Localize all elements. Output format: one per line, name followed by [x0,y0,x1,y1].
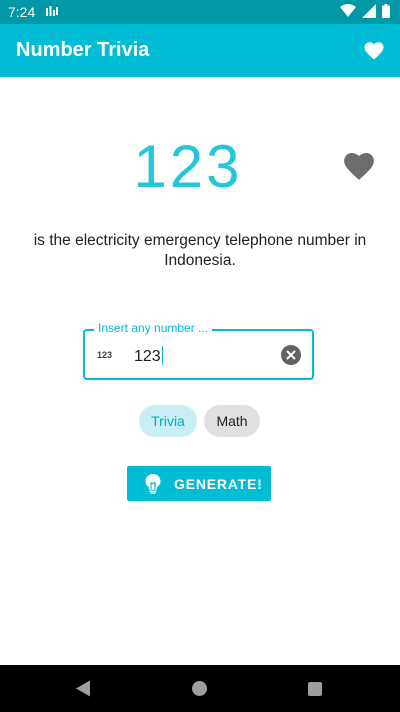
system-navigation-bar [0,665,400,712]
status-time: 7:24 [8,4,36,20]
generate-button-label: GENERATE! [174,476,263,492]
system-icons [340,4,390,18]
number-input-label: Insert any number ... [94,321,213,335]
status-bar: 7:24 [0,0,400,24]
clear-input-button[interactable] [281,345,301,365]
heart-icon [344,152,374,180]
number-input-value: 123 [134,348,161,365]
heart-icon [364,42,384,60]
back-icon[interactable] [75,680,91,697]
wifi-icon [340,4,356,17]
trivia-text: is the electricity emergency telephone n… [33,232,367,269]
lightbulb-icon [145,474,161,494]
generate-button[interactable]: GENERATE! [127,466,271,501]
app-bar: Number Trivia [0,24,400,77]
trivia-number: 123 [133,133,243,200]
recents-icon[interactable] [308,682,322,696]
favorites-button[interactable] [360,36,388,64]
favorite-toggle-button[interactable] [342,149,376,181]
text-caret [161,346,164,365]
number-input[interactable]: 123 [134,346,164,366]
chip-math[interactable]: Math [204,405,260,437]
battery-icon [382,4,390,18]
notification-icon [46,5,58,21]
close-icon [286,350,296,360]
home-icon[interactable] [192,681,207,696]
number-input-field[interactable]: 123 123 [83,329,314,380]
signal-icon [362,4,376,18]
chip-trivia[interactable]: Trivia [139,405,197,437]
number-prefix-icon: 123 [97,350,113,360]
app-title: Number Trivia [16,39,150,61]
